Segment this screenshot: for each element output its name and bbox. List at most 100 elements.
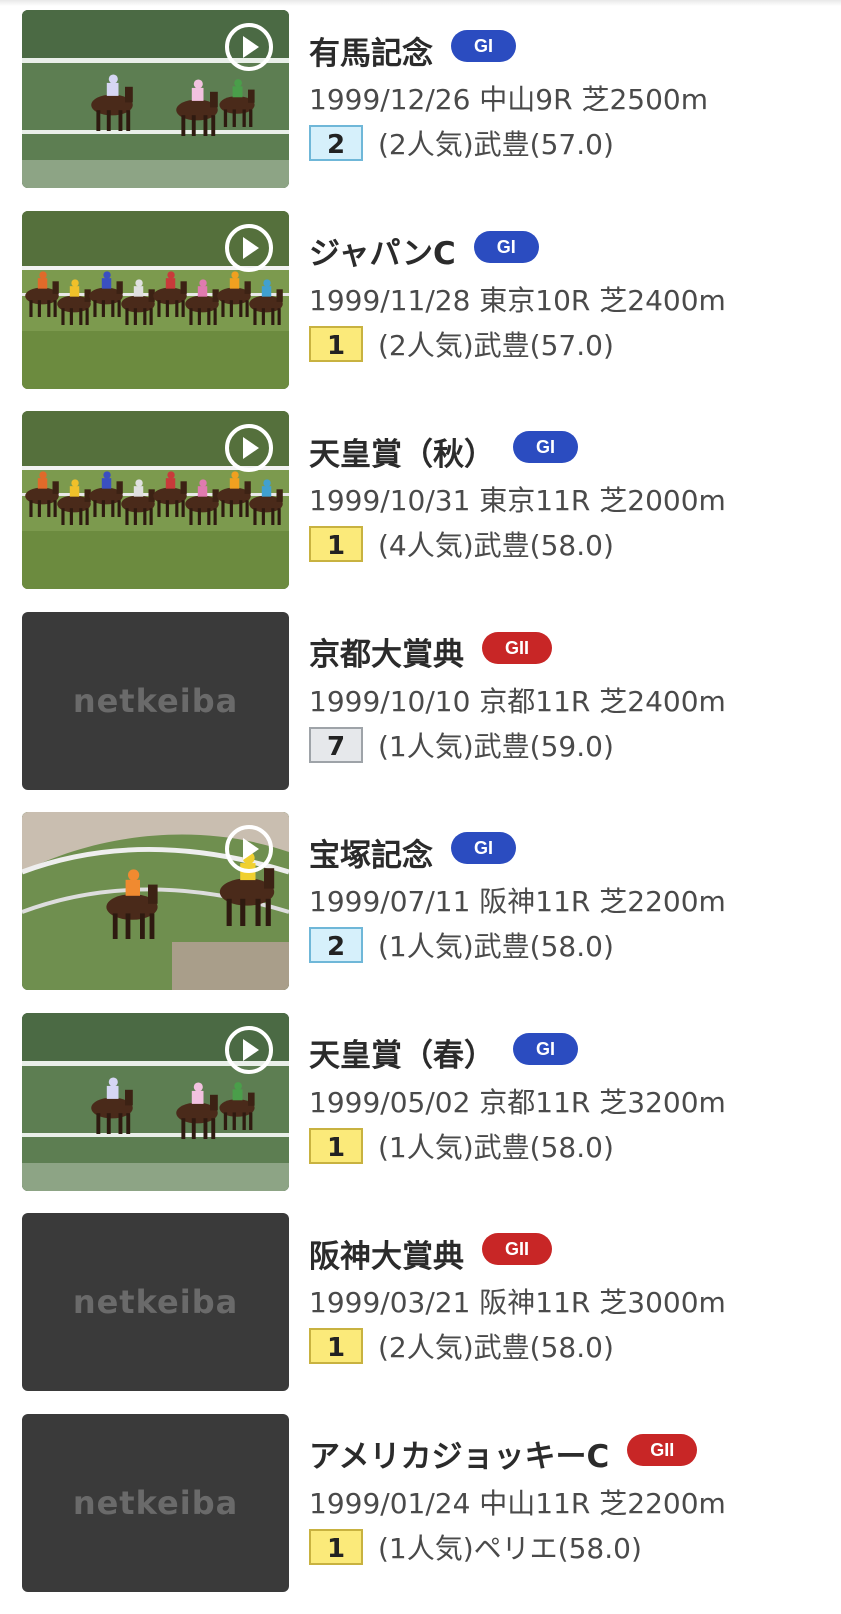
race-title-line: 宝塚記念 GI — [309, 824, 839, 880]
finish-position-badge: 1 — [309, 1528, 363, 1565]
race-name-link[interactable]: 有馬記念 — [309, 28, 433, 73]
race-meta: 1999/10/10 京都11R 芝2400m — [309, 680, 839, 724]
race-result: 1 (4人気) 武豊(58.0) — [309, 523, 839, 565]
grade-badge: GII — [482, 1233, 553, 1265]
race-date: 1999/11/28 — [309, 283, 471, 317]
race-name-link[interactable]: 天皇賞（秋） — [309, 429, 495, 474]
jockey-weight: 武豊(58.0) — [473, 1130, 614, 1164]
race-distance: 芝3200m — [599, 1085, 726, 1119]
race-course: 東京10R — [479, 283, 591, 317]
jockey-weight: 武豊(57.0) — [473, 328, 614, 362]
race-course: 中山9R — [479, 83, 573, 116]
race-info: 宝塚記念 GI 1999/07/11 阪神11R 芝2200m 2 (1人気) 武豊(5… — [309, 824, 839, 966]
race-result: 1 (2人気) 武豊(57.0) — [309, 323, 839, 365]
race-course: 阪神11R — [479, 885, 591, 918]
race-title-line: 天皇賞（秋） GI — [309, 423, 839, 479]
race-name-link[interactable]: 京都大賞典 — [309, 629, 464, 674]
race-video-thumbnail[interactable] — [22, 210, 289, 389]
race-meta: 1999/07/11 阪神11R 芝2200m — [309, 880, 839, 924]
race-title-line: 天皇賞（春） GI — [309, 1025, 839, 1081]
race-meta: 1999/10/31 東京11R 芝2000m — [309, 479, 839, 523]
jockey-weight: 武豊(58.0) — [473, 930, 614, 963]
top-divider — [0, 0, 841, 6]
race-date: 1999/10/10 — [309, 684, 471, 718]
race-name-link[interactable]: 天皇賞（春） — [309, 1030, 495, 1075]
popularity: (1人気) — [378, 1531, 474, 1565]
race-result-row[interactable]: 天皇賞（秋） GI 1999/10/31 東京11R 芝2000m 1 (4人気) 武豊… — [0, 411, 841, 589]
race-meta: 1999/11/28 東京10R 芝2400m — [309, 279, 839, 323]
race-result-row[interactable]: netkeiba アメリカジョッキーC GII 1999/01/24 中山11R 芝2… — [0, 1413, 841, 1592]
race-results-list: 有馬記念 GI 1999/12/26 中山9R 芝2500m 2 (2人気) 武豊(57… — [0, 10, 841, 1614]
jockey-weight: 武豊(58.0) — [473, 1331, 614, 1364]
race-title-line: 阪神大賞典 GII — [309, 1225, 839, 1281]
race-result-row[interactable]: 宝塚記念 GI 1999/07/11 阪神11R 芝2200m 2 (1人気) 武豊(5… — [0, 812, 841, 990]
play-video-icon[interactable] — [223, 222, 275, 274]
race-course: 東京11R — [479, 484, 591, 517]
race-distance: 芝3000m — [599, 1286, 726, 1319]
race-title-line: 有馬記念 GI — [309, 22, 839, 78]
race-result-row[interactable]: 天皇賞（春） GI 1999/05/02 京都11R 芝3200m 1 (1人気) 武豊… — [0, 1012, 841, 1191]
race-info: 京都大賞典 GII 1999/10/10 京都11R 芝2400m 7 (1人気) 武豊… — [309, 624, 839, 766]
race-info: アメリカジョッキーC GII 1999/01/24 中山11R 芝2200m 1 (1人… — [309, 1426, 839, 1568]
race-result: 1 (1人気) 武豊(58.0) — [309, 1125, 839, 1167]
race-video-thumbnail[interactable] — [22, 812, 289, 990]
play-video-icon[interactable] — [223, 21, 275, 73]
finish-position-badge: 2 — [309, 125, 363, 161]
finish-position-badge: 1 — [309, 1127, 363, 1164]
finish-position-badge: 2 — [309, 927, 363, 963]
grade-badge: GI — [451, 30, 517, 62]
race-course: 中山11R — [479, 1486, 591, 1520]
jockey-weight: 武豊(59.0) — [473, 729, 614, 763]
race-result-row[interactable]: netkeiba 阪神大賞典 GII 1999/03/21 阪神11R 芝3000m 1… — [0, 1213, 841, 1391]
popularity: (2人気) — [378, 1331, 474, 1364]
race-result-row[interactable]: netkeiba 京都大賞典 GII 1999/10/10 京都11R 芝2400m 7… — [0, 611, 841, 790]
race-result-row[interactable]: 有馬記念 GI 1999/12/26 中山9R 芝2500m 2 (2人気) 武豊(57… — [0, 10, 841, 188]
popularity: (1人気) — [378, 930, 474, 963]
popularity: (4人気) — [378, 529, 474, 562]
race-info: 天皇賞（秋） GI 1999/10/31 東京11R 芝2000m 1 (4人気) 武豊… — [309, 423, 839, 565]
race-result-row[interactable]: ジャパンC GI 1999/11/28 東京10R 芝2400m 1 (2人気) 武豊(… — [0, 210, 841, 389]
race-video-thumbnail[interactable] — [22, 411, 289, 589]
race-distance: 芝2000m — [599, 484, 726, 517]
race-meta: 1999/01/24 中山11R 芝2200m — [309, 1482, 839, 1526]
grade-badge: GI — [513, 431, 579, 463]
race-date: 1999/05/02 — [309, 1085, 471, 1119]
jockey-weight: ペリエ(58.0) — [473, 1531, 642, 1565]
finish-position-badge: 7 — [309, 726, 363, 763]
race-course: 京都11R — [479, 1085, 591, 1119]
race-thumbnail-placeholder: netkeiba — [22, 1413, 289, 1592]
race-result: 7 (1人気) 武豊(59.0) — [309, 724, 839, 766]
race-date: 1999/03/21 — [309, 1286, 471, 1319]
race-video-thumbnail[interactable] — [22, 10, 289, 188]
grade-badge: GI — [451, 832, 517, 864]
race-name-link[interactable]: 宝塚記念 — [309, 830, 433, 875]
race-name-link[interactable]: アメリカジョッキーC — [309, 1431, 609, 1476]
play-video-icon[interactable] — [223, 422, 275, 474]
race-info: 有馬記念 GI 1999/12/26 中山9R 芝2500m 2 (2人気) 武豊(57… — [309, 22, 839, 164]
race-meta: 1999/03/21 阪神11R 芝3000m — [309, 1281, 839, 1325]
popularity: (1人気) — [378, 729, 474, 763]
race-name-link[interactable]: ジャパンC — [309, 228, 456, 273]
race-date: 1999/12/26 — [309, 83, 471, 116]
grade-badge: GI — [513, 1032, 579, 1065]
jockey-weight: 武豊(57.0) — [473, 128, 614, 161]
race-result: 2 (2人気) 武豊(57.0) — [309, 122, 839, 164]
race-distance: 芝2400m — [599, 283, 726, 317]
race-title-line: アメリカジョッキーC GII — [309, 1426, 839, 1482]
popularity: (1人気) — [378, 1130, 474, 1164]
grade-badge: GII — [627, 1433, 698, 1466]
race-meta: 1999/12/26 中山9R 芝2500m — [309, 78, 839, 122]
race-distance: 芝2200m — [599, 885, 726, 918]
race-date: 1999/10/31 — [309, 484, 471, 517]
play-video-icon[interactable] — [223, 1024, 275, 1076]
jockey-weight: 武豊(58.0) — [473, 529, 614, 562]
netkeiba-logo: netkeiba — [72, 681, 239, 720]
race-name-link[interactable]: 阪神大賞典 — [309, 1231, 464, 1276]
race-title-line: ジャパンC GI — [309, 223, 839, 279]
play-video-icon[interactable] — [223, 823, 275, 875]
race-video-thumbnail[interactable] — [22, 1012, 289, 1191]
race-distance: 芝2500m — [581, 83, 709, 116]
race-result: 1 (1人気) ペリエ(58.0) — [309, 1526, 839, 1568]
race-meta: 1999/05/02 京都11R 芝3200m — [309, 1081, 839, 1125]
race-course: 阪神11R — [479, 1286, 591, 1319]
